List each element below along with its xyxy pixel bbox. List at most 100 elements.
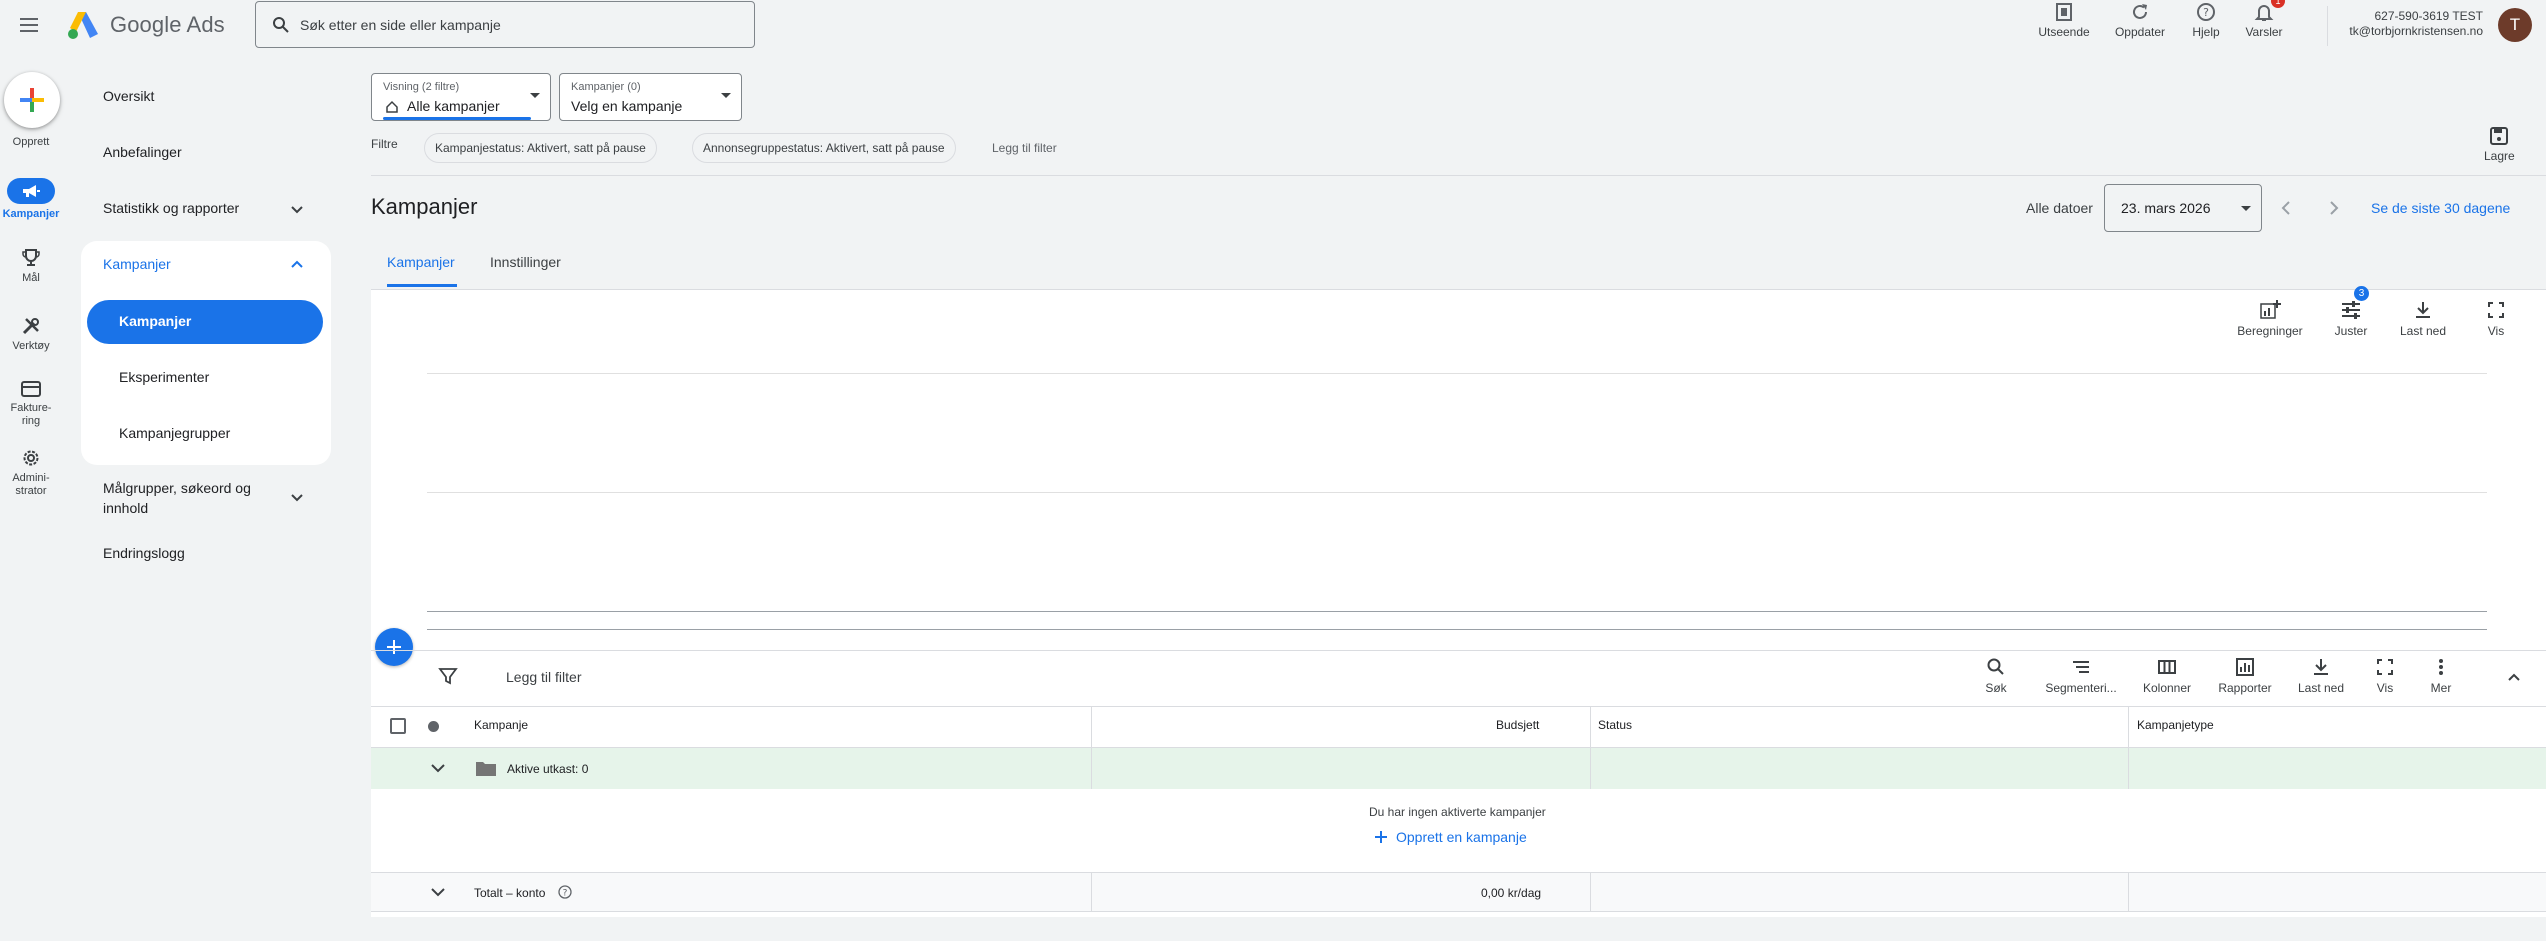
column-divider [2128, 748, 2129, 789]
plus-icon [387, 640, 401, 654]
campaign-select-value: Velg en kampanje [571, 98, 683, 114]
tab-settings[interactable]: Innstillinger [490, 254, 561, 270]
calculations-button[interactable]: Beregninger [2236, 300, 2304, 338]
help-button[interactable]: ? Hjelp [2188, 0, 2224, 48]
columns-button[interactable]: Kolonner [2140, 657, 2194, 695]
more-vert-icon [2439, 659, 2443, 675]
columns-icon [2158, 660, 2176, 674]
view-select[interactable]: Visning (2 filtre) Alle kampanjer [371, 73, 551, 121]
divider [371, 706, 2546, 707]
search-input[interactable] [300, 16, 740, 33]
add-filter-link[interactable]: Legg til filter [992, 141, 1057, 155]
search-box[interactable] [255, 1, 755, 48]
chart-view-button[interactable]: Vis [2476, 300, 2516, 338]
search-icon [273, 16, 289, 33]
filter-icon[interactable] [438, 666, 458, 686]
notifications-button[interactable]: 1 Varsler [2242, 0, 2286, 48]
account-id: 627-590-3619 TEST [2374, 9, 2483, 23]
table-view-label: Vis [2376, 681, 2394, 695]
segment-icon [2073, 661, 2089, 673]
tab-campaigns[interactable]: Kampanjer [387, 254, 455, 270]
nav-item-campaign-groups[interactable]: Kampanjegrupper [119, 425, 230, 441]
trophy-icon [22, 249, 40, 266]
chevron-right-icon[interactable] [2326, 198, 2342, 218]
divider [2327, 6, 2328, 46]
campaign-select-label: Kampanjer (0) [571, 81, 641, 93]
table-search-button[interactable]: Søk [1978, 657, 2014, 695]
select-all-checkbox[interactable] [390, 718, 406, 734]
help-icon: ? [2197, 3, 2215, 21]
create-button[interactable] [4, 72, 60, 128]
filter-chip-adgroup-status[interactable]: Annonsegruppestatus: Aktivert, satt på p… [692, 133, 956, 163]
megaphone-icon [23, 185, 40, 197]
nav-item-audiences[interactable]: Målgrupper, søkeord og innhold [103, 478, 251, 518]
campaign-select[interactable]: Kampanjer (0) Velg en kampanje [559, 73, 742, 121]
nav-item-changelog[interactable]: Endringslogg [103, 545, 185, 561]
nav-item-overview[interactable]: Oversikt [103, 88, 154, 104]
save-icon [2490, 127, 2509, 145]
table-download-button[interactable]: Last ned [2294, 657, 2348, 695]
nav-item-stats[interactable]: Statistikk og rapporter [103, 200, 239, 216]
avatar[interactable]: T [2498, 8, 2532, 42]
col-header-status[interactable]: Status [1598, 718, 1632, 732]
rail-item-tools[interactable]: Verktøy [0, 316, 62, 353]
nav-item-experiments[interactable]: Eksperimenter [119, 369, 209, 385]
chevron-up-icon[interactable] [288, 256, 306, 274]
col-header-campaign[interactable]: Kampanje [474, 718, 528, 732]
appearance-label: Utseende [2038, 25, 2090, 39]
segment-label: Segmenteri... [2045, 681, 2117, 695]
google-ads-logo-icon [68, 12, 98, 39]
table-row-drafts[interactable] [371, 748, 2546, 789]
drafts-label: Aktive utkast: 0 [507, 762, 589, 776]
date-range-link[interactable]: Se de siste 30 dagene [2371, 200, 2510, 216]
collapse-icon[interactable] [2505, 668, 2523, 686]
dropdown-arrow-icon [2241, 206, 2251, 211]
plus-icon [20, 88, 44, 112]
rail-item-goals[interactable]: Mål [0, 248, 62, 285]
nav-item-campaigns[interactable]: Kampanjer [119, 313, 191, 329]
table-add-filter[interactable]: Legg til filter [506, 669, 581, 685]
refresh-button[interactable]: Oppdater [2112, 0, 2168, 48]
chart-download-button[interactable]: Last ned [2396, 300, 2450, 338]
save-button[interactable]: Lagre [2484, 126, 2515, 163]
chevron-down-icon[interactable] [288, 200, 306, 218]
help-icon[interactable]: ? [558, 885, 572, 899]
rail-item-admin[interactable]: Admini-strator [0, 448, 62, 498]
col-header-budget[interactable]: Budsjett [1496, 718, 1539, 732]
appearance-button[interactable]: Utseende [2036, 0, 2092, 48]
menu-icon[interactable] [18, 14, 42, 36]
column-divider [2128, 872, 2129, 912]
segment-button[interactable]: Segmenteri... [2042, 657, 2120, 695]
appearance-icon [2056, 3, 2072, 21]
account-info[interactable]: 627-590-3619 TEST tk@torbjornkristensen.… [2349, 9, 2483, 39]
add-campaign-fab[interactable] [375, 628, 413, 666]
folder-icon [476, 762, 496, 776]
google-ads-logo[interactable]: Google Ads [66, 8, 225, 42]
create-campaign-link[interactable]: Opprett en kampanje [1374, 829, 1527, 845]
create-campaign-label: Opprett en kampanje [1396, 829, 1527, 845]
page-title: Kampanjer [371, 194, 478, 219]
nav-item-recommendations[interactable]: Anbefalinger [103, 144, 182, 160]
filter-chip-campaign-status[interactable]: Kampanjestatus: Aktivert, satt på pause [424, 133, 657, 163]
chevron-down-icon[interactable] [428, 759, 448, 777]
tab-underline [387, 284, 457, 287]
reports-button[interactable]: Rapporter [2216, 657, 2274, 695]
chart-download-label: Last ned [2399, 324, 2447, 338]
chart-baseline [427, 611, 2487, 612]
adjust-button[interactable]: 3 Juster [2330, 286, 2372, 338]
rail-item-billing[interactable]: Fakture-ring [0, 380, 62, 428]
more-button[interactable]: Mer [2424, 657, 2458, 695]
divider [371, 175, 2546, 176]
rail-item-campaigns[interactable]: Kampanjer [0, 178, 62, 221]
table-view-button[interactable]: Vis [2368, 657, 2402, 695]
nav-group-campaigns[interactable]: Kampanjer [103, 256, 171, 272]
chevron-left-icon[interactable] [2278, 198, 2294, 218]
app-name: Google Ads [110, 12, 225, 37]
date-picker[interactable]: 23. mars 2026 [2104, 184, 2262, 232]
rail-billing-line2: ring [21, 415, 41, 427]
svg-text:?: ? [563, 889, 568, 899]
col-header-type[interactable]: Kampanjetype [2137, 718, 2214, 732]
chevron-down-icon[interactable] [288, 488, 306, 506]
chevron-down-icon[interactable] [428, 883, 448, 901]
adjust-label: Juster [2334, 324, 2368, 338]
